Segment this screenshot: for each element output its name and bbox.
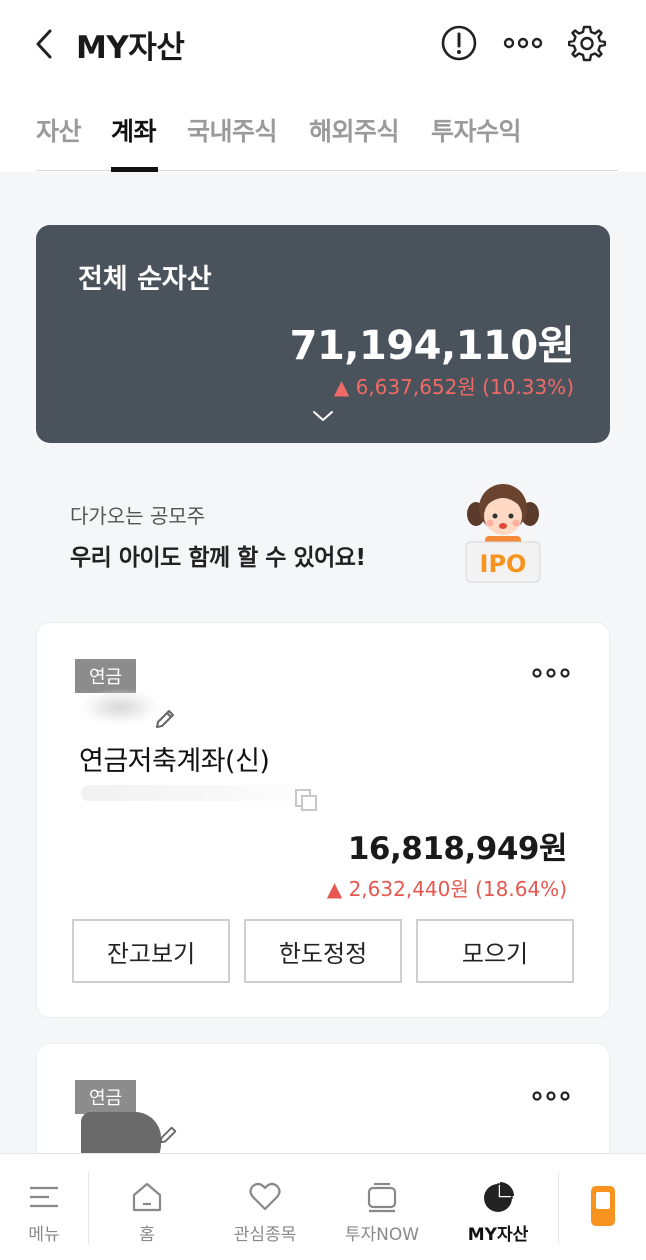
total-net-assets-label: 전체 순자산 xyxy=(78,264,212,295)
bottom-navigation: 메뉴 홈 관심종목 투자NOW MY자산 xyxy=(0,1153,646,1260)
gear-icon xyxy=(568,25,606,62)
nav-watchlist[interactable]: 관심종목 xyxy=(220,1154,310,1246)
account-balance: 16,818,949원 xyxy=(347,831,568,867)
nav-home[interactable]: 홈 xyxy=(114,1154,180,1246)
copy-icon[interactable] xyxy=(293,787,319,813)
account-name: 연금저축계좌(신) xyxy=(79,746,270,777)
nav-watchlist-label: 관심종목 xyxy=(233,1225,297,1245)
account-change: ▲ 2,632,440원 (18.64%) xyxy=(326,877,567,901)
chevron-down-icon[interactable] xyxy=(311,407,335,425)
ipo-girl-illustration: IPO xyxy=(465,484,541,583)
heart-icon xyxy=(249,1182,281,1211)
masked-account-nickname xyxy=(81,689,159,725)
settings-button[interactable] xyxy=(566,22,608,64)
home-icon xyxy=(132,1182,162,1212)
menu-icon xyxy=(30,1186,58,1208)
promo-subtitle: 다가오는 공모주 xyxy=(70,504,206,528)
pie-chart-icon xyxy=(484,1182,514,1212)
total-net-assets-value: 71,194,110원 xyxy=(289,323,575,369)
nav-my-assets[interactable]: MY자산 xyxy=(458,1154,538,1246)
back-button[interactable] xyxy=(26,24,62,64)
info-button[interactable] xyxy=(438,22,480,64)
tv-icon xyxy=(367,1182,397,1213)
app-header: MY자산 자산 계좌 국내주식 해외주식 투자수익 xyxy=(0,0,646,172)
nav-divider xyxy=(88,1172,89,1244)
tab-bar: 자산 계좌 국내주식 해외주식 투자수익 xyxy=(0,100,646,172)
pencil-icon[interactable] xyxy=(157,1124,179,1146)
tab-investment-returns[interactable]: 투자수익 xyxy=(431,112,522,148)
nav-phone-app[interactable] xyxy=(578,1154,628,1246)
view-balance-button[interactable]: 잔고보기 xyxy=(72,919,230,983)
chevron-left-icon xyxy=(36,29,52,59)
tab-accounts[interactable]: 계좌 xyxy=(111,112,157,148)
nav-menu[interactable]: 메뉴 xyxy=(14,1154,74,1246)
active-tab-indicator xyxy=(111,167,158,172)
more-horizontal-icon[interactable] xyxy=(531,663,571,683)
pencil-icon[interactable] xyxy=(153,707,177,731)
more-menu-button[interactable] xyxy=(502,22,544,64)
phone-icon xyxy=(591,1186,615,1226)
account-type-badge: 연금 xyxy=(75,1080,137,1114)
nav-my-assets-label: MY자산 xyxy=(467,1225,529,1245)
collect-button[interactable]: 모으기 xyxy=(416,919,574,983)
limit-adjust-button[interactable]: 한도정정 xyxy=(244,919,402,983)
promo-headline: 우리 아이도 함께 할 수 있어요! xyxy=(70,545,366,571)
nav-invest-now[interactable]: 투자NOW xyxy=(334,1154,430,1246)
more-horizontal-icon[interactable] xyxy=(531,1086,571,1106)
alert-circle-icon xyxy=(441,25,477,61)
tab-domestic-stocks[interactable]: 국내주식 xyxy=(187,112,278,148)
svg-text:IPO: IPO xyxy=(480,550,527,578)
nav-home-label: 홈 xyxy=(139,1225,155,1245)
nav-divider xyxy=(558,1172,559,1244)
tab-assets[interactable]: 자산 xyxy=(36,112,82,148)
account-card[interactable]: 연금 연금저축계좌(신) 16,818,949원 ▲ 2,632,440원 (1… xyxy=(36,622,610,1018)
tab-foreign-stocks[interactable]: 해외주식 xyxy=(309,112,400,148)
ipo-promo-banner[interactable]: 다가오는 공모주 우리 아이도 함께 할 수 있어요! IPO xyxy=(36,478,610,598)
total-net-assets-card[interactable]: 전체 순자산 71,194,110원 ▲ 6,637,652원 (10.33%) xyxy=(36,225,610,443)
nav-invest-now-label: 투자NOW xyxy=(344,1225,420,1245)
nav-menu-label: 메뉴 xyxy=(28,1225,60,1245)
more-horizontal-icon xyxy=(503,37,543,49)
account-type-badge: 연금 xyxy=(75,659,137,693)
total-change: ▲ 6,637,652원 (10.33%) xyxy=(333,375,574,399)
page-title: MY자산 xyxy=(76,30,185,66)
masked-account-number xyxy=(81,785,291,801)
